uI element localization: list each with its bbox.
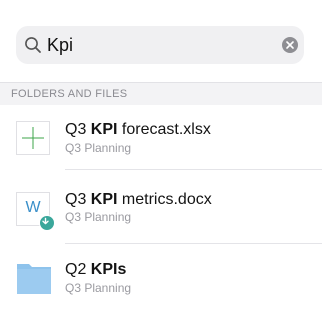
spreadsheet-icon: [16, 121, 50, 155]
synced-badge-icon: [39, 215, 55, 231]
result-row-forecast[interactable]: Q3 KPI forecast.xlsx Q3 Planning: [0, 106, 322, 170]
result-location: Q3 Planning: [65, 210, 132, 224]
search-input[interactable]: Kpi: [47, 35, 73, 55]
match-highlight: KPI: [90, 121, 118, 138]
result-location: Q3 Planning: [65, 281, 132, 295]
search-screen: Kpi FOLDERS AND FILES Q3 KPI forecast.xl…: [0, 0, 322, 322]
folder-icon: [16, 259, 51, 294]
result-location: Q3 Planning: [65, 141, 132, 155]
search-bar[interactable]: Kpi: [16, 26, 304, 64]
search-icon: [25, 37, 41, 53]
result-title: Q3 KPI forecast.xlsx: [65, 121, 211, 138]
section-header: FOLDERS AND FILES: [0, 82, 322, 105]
section-header-label: FOLDERS AND FILES: [11, 88, 128, 100]
row-divider: [65, 243, 322, 244]
result-title: Q3 KPI metrics.docx: [65, 191, 212, 208]
clear-search-icon[interactable]: [282, 37, 298, 53]
match-highlight: KPIs: [90, 261, 127, 278]
result-row-metrics[interactable]: W Q3 KPI metrics.docx Q3 Planning: [0, 170, 322, 244]
result-row-folder[interactable]: Q2 KPIs Q3 Planning: [0, 245, 322, 309]
word-document-icon: W: [16, 192, 55, 231]
match-highlight: KPI: [90, 191, 118, 208]
result-title: Q2 KPIs: [65, 261, 127, 278]
